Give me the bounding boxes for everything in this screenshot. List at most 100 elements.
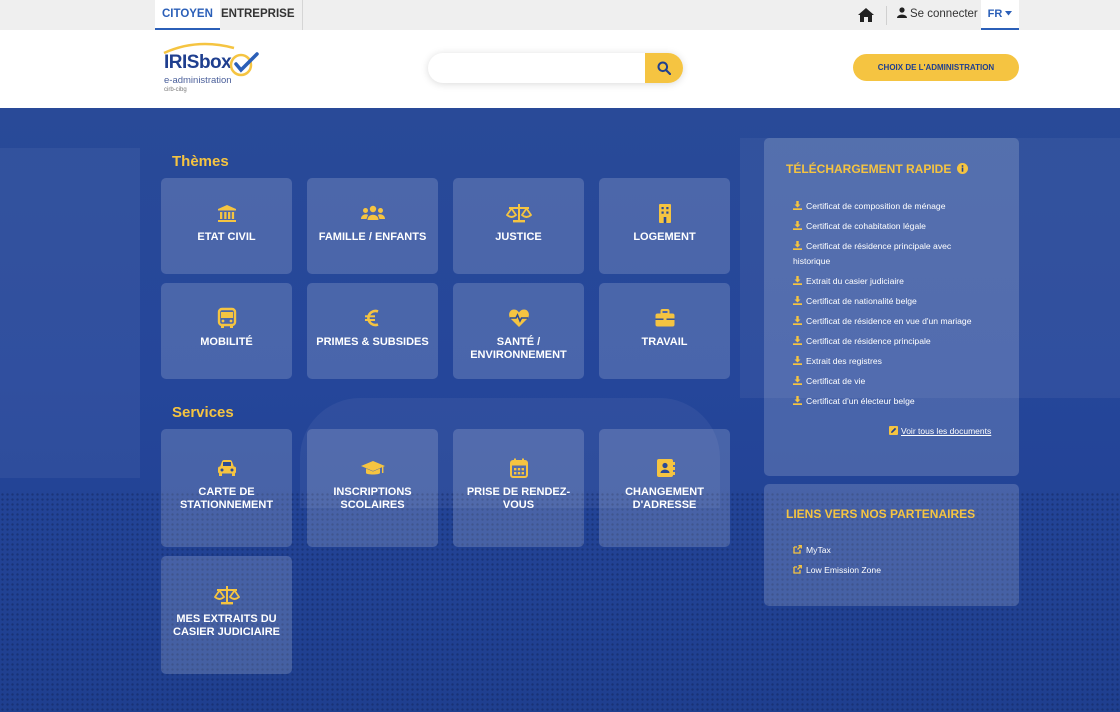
download-label: Certificat de nationalité belge [806,296,917,306]
partner-link[interactable]: MyTax [793,543,1013,558]
theme-label: PRIMES & SUBSIDES [316,336,429,348]
theme-travail[interactable]: TRAVAIL [599,283,730,379]
theme-justice[interactable]: JUSTICE [453,178,584,274]
background-building [0,148,140,478]
language-label: FR [987,8,1003,20]
quick-download-title-text: TÉLÉCHARGEMENT RAPIDE [786,162,952,176]
caret-down-icon [1005,11,1013,16]
calendar-icon [509,458,528,478]
service-label: INSCRIPTIONS SCOLAIRES [333,486,412,511]
login-link[interactable]: Se connecter [897,0,978,30]
tab-business[interactable]: ENTREPRISE [214,0,303,30]
irisbox-logo[interactable]: IRISbox e-administration cirb-cibg [163,42,274,96]
download-link[interactable]: Certificat de résidence principale [793,334,1013,349]
download-link[interactable]: Extrait des registres [793,354,1013,369]
header: IRISbox e-administration cirb-cibg CHOIX… [0,30,1120,108]
partner-link[interactable]: Low Emission Zone [793,563,1013,578]
theme-logement[interactable]: LOGEMENT [599,178,730,274]
logo-subtitle: e-administration [164,75,232,86]
download-link[interactable]: Certificat de composition de ménage [793,199,1013,214]
download-icon [793,221,802,230]
service-inscriptions-scolaires[interactable]: INSCRIPTIONS SCOLAIRES [307,429,438,547]
download-icon [793,276,802,285]
themes-title: Thèmes [172,153,229,170]
search-input[interactable] [428,53,645,83]
download-icon [793,356,802,365]
download-link[interactable]: Certificat de vie [793,374,1013,389]
separator [886,6,887,25]
download-label: Certificat de composition de ménage [806,201,946,211]
briefcase-icon [655,309,674,327]
download-link[interactable]: Certificat de nationalité belge [793,294,1013,309]
download-icon [793,201,802,210]
service-label: CHANGEMENT D'ADRESSE [625,486,704,511]
people-icon [360,205,385,220]
logo-check-icon [229,52,259,77]
service-carte-stationnement[interactable]: CARTE DE STATIONNEMENT [161,429,292,547]
tab-citizen[interactable]: CITOYEN [155,0,220,30]
external-link-icon [793,545,802,554]
top-bar: CITOYEN ENTREPRISE Se connecter FR [0,0,1120,30]
choose-administration-button[interactable]: CHOIX DE L'ADMINISTRATION [853,54,1019,81]
bank-icon [217,205,236,222]
see-all-documents-link[interactable]: Voir tous les documents [889,426,991,436]
theme-sante-environnement[interactable]: SANTÉ / ENVIRONNEMENT [453,283,584,379]
download-link[interactable]: Certificat d'un électeur belge [793,394,1013,409]
download-label: Certificat d'un électeur belge [806,396,915,406]
theme-label: SANTÉ / ENVIRONNEMENT [470,336,567,361]
scales-icon [505,204,532,223]
theme-primes-subsides[interactable]: PRIMES & SUBSIDES [307,283,438,379]
theme-famille-enfants[interactable]: FAMILLE / ENFANTS [307,178,438,274]
theme-mobilite[interactable]: MOBILITÉ [161,283,292,379]
service-extraits-casier-judiciaire[interactable]: MES EXTRAITS DU CASIER JUDICIAIRE [161,556,292,674]
bus-icon [217,307,236,328]
download-label: Certificat de résidence en vue d'un mari… [806,316,972,326]
download-label: Certificat de résidence principale [806,336,931,346]
download-label: Extrait du casier judiciaire [806,276,904,286]
download-label: Extrait des registres [806,356,882,366]
search-button[interactable] [645,53,683,83]
see-all-label: Voir tous les documents [901,426,992,436]
theme-label: LOGEMENT [633,231,696,243]
theme-label: JUSTICE [495,231,542,243]
theme-label: FAMILLE / ENFANTS [318,231,427,243]
address-book-icon [656,459,675,477]
quick-download-title: TÉLÉCHARGEMENT RAPIDE [786,162,968,176]
scales-icon [213,586,240,605]
building-icon [658,204,671,223]
theme-label: TRAVAIL [641,336,688,348]
hero-section: Thèmes ETAT CIVIL FAMILLE / ENFANTS JUST… [0,108,1120,712]
euro-icon [364,309,378,327]
service-label: PRISE DE RENDEZ-VOUS [466,486,571,511]
download-link[interactable]: Certificat de résidence principale avec … [793,239,983,269]
theme-label: ETAT CIVIL [197,231,256,243]
download-icon [793,376,802,385]
quick-download-panel: TÉLÉCHARGEMENT RAPIDE Certificat de comp… [764,138,1019,476]
download-label: Certificat de vie [806,376,866,386]
search-icon [657,61,671,75]
search-bar [428,53,683,83]
download-link[interactable]: Certificat de résidence en vue d'un mari… [793,314,1013,329]
download-icon [793,396,802,405]
language-selector[interactable]: FR [981,0,1019,30]
login-label: Se connecter [910,8,978,20]
download-link[interactable]: Certificat de cohabitation légale [793,219,1013,234]
download-label: Certificat de résidence principale avec … [793,241,952,266]
theme-label: MOBILITÉ [200,336,253,348]
car-icon [217,460,236,476]
info-icon[interactable] [956,163,968,174]
theme-etat-civil[interactable]: ETAT CIVIL [161,178,292,274]
graduation-cap-icon [360,461,385,475]
download-label: Certificat de cohabitation légale [806,221,926,231]
partner-label: Low Emission Zone [806,565,881,575]
service-prise-rendez-vous[interactable]: PRISE DE RENDEZ-VOUS [453,429,584,547]
download-icon [793,336,802,345]
download-icon [793,296,802,305]
service-label: MES EXTRAITS DU CASIER JUDICIAIRE [173,613,280,638]
home-icon[interactable] [857,7,875,23]
service-changement-adresse[interactable]: CHANGEMENT D'ADRESSE [599,429,730,547]
logo-title: IRISbox [164,52,232,73]
download-icon [793,241,802,250]
user-icon [897,7,907,18]
download-link[interactable]: Extrait du casier judiciaire [793,274,1013,289]
